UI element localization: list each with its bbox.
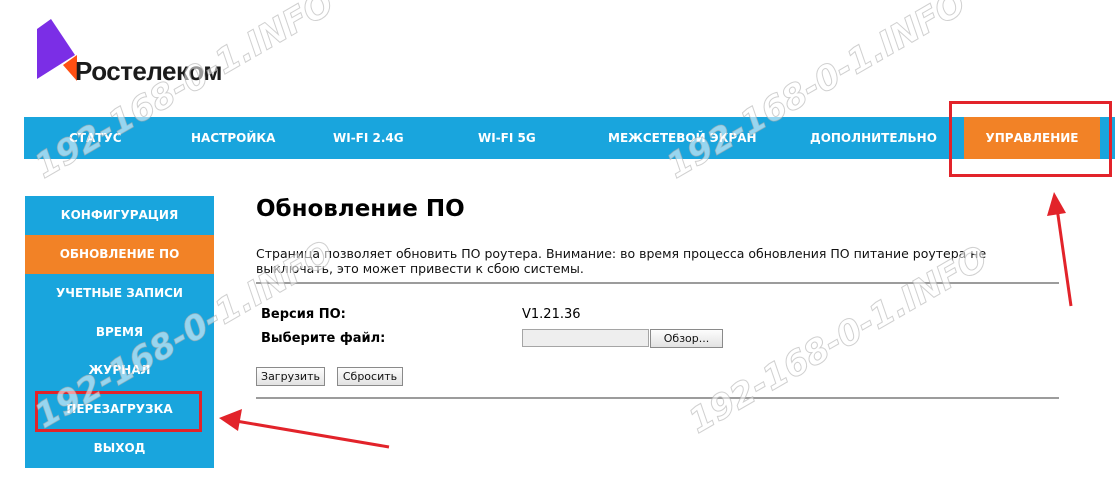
arrow-left-icon (235, 419, 390, 449)
annotation-arrows (219, 192, 1073, 449)
arrow-left-head-icon (219, 409, 242, 431)
arrow-up-icon (1055, 207, 1073, 307)
arrow-up-head-icon (1047, 192, 1066, 216)
